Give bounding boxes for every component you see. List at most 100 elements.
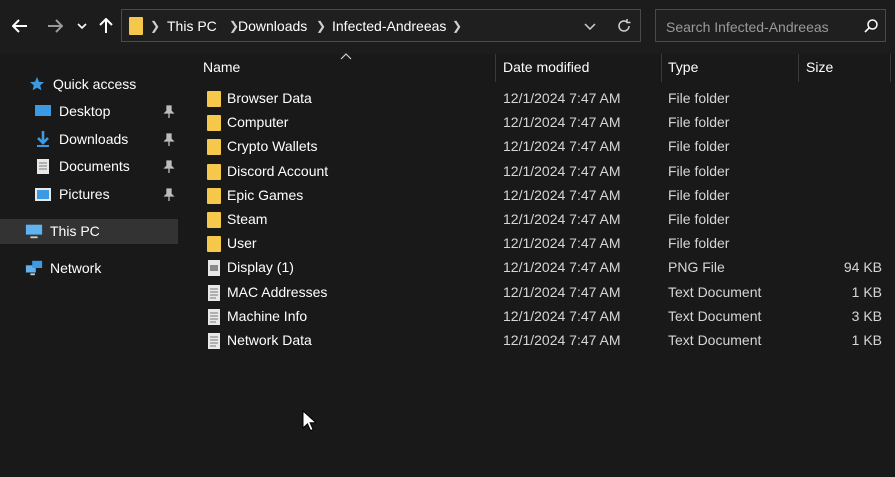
desktop-icon xyxy=(34,102,52,120)
document-icon xyxy=(34,157,52,175)
file-row[interactable]: Epic Games 12/1/2024 7:47 AM File folder xyxy=(200,184,890,208)
file-row[interactable]: Steam 12/1/2024 7:47 AM File folder xyxy=(200,208,890,232)
sidebar-item-label: Network xyxy=(50,260,102,276)
pin-icon[interactable] xyxy=(163,188,175,202)
file-date-modified: 12/1/2024 7:47 AM xyxy=(503,259,621,276)
sidebar-item-this-pc[interactable]: This PC xyxy=(25,218,100,244)
column-divider[interactable] xyxy=(890,54,891,82)
folder-icon xyxy=(206,235,222,253)
chevron-down-icon[interactable] xyxy=(584,23,596,30)
file-type: File folder xyxy=(668,186,730,203)
file-row[interactable]: Computer 12/1/2024 7:47 AM File folder xyxy=(200,111,890,135)
navigation-pane: Quick access Desktop Downloads Documents… xyxy=(0,54,180,477)
folder-icon xyxy=(206,163,222,181)
file-name: Discord Account xyxy=(227,162,329,179)
sidebar-item-network[interactable]: Network xyxy=(25,255,101,281)
sidebar-item-pictures[interactable]: Pictures xyxy=(34,181,110,207)
column-header-date-modified[interactable]: Date modified xyxy=(503,59,589,75)
file-row[interactable]: Browser Data 12/1/2024 7:47 AM File folder xyxy=(200,87,890,111)
column-header-type[interactable]: Type xyxy=(668,59,698,75)
search-box xyxy=(655,9,886,42)
column-divider[interactable] xyxy=(495,54,496,82)
text-file-icon xyxy=(206,284,222,302)
folder-icon xyxy=(129,17,143,35)
back-button[interactable] xyxy=(9,12,31,40)
file-row[interactable]: Machine Info 12/1/2024 7:47 AM Text Docume… xyxy=(200,305,890,329)
sort-ascending-icon xyxy=(340,53,352,60)
image-file-icon xyxy=(206,259,222,277)
breadcrumb-infected-andreeas[interactable]: Infected-Andreeas xyxy=(332,18,446,34)
file-name: Crypto Wallets xyxy=(227,138,318,155)
file-type: File folder xyxy=(668,162,730,179)
file-type: Text Document xyxy=(668,332,762,348)
search-input[interactable] xyxy=(664,16,858,38)
arrow-up-icon xyxy=(99,18,113,33)
file-row[interactable]: Crypto Wallets 12/1/2024 7:47 AM File fold… xyxy=(200,135,890,159)
file-size: 3 KB xyxy=(851,307,882,324)
file-type: File folder xyxy=(668,235,730,252)
file-date-modified: 12/1/2024 7:47 AM xyxy=(503,235,621,252)
star-icon xyxy=(28,75,46,93)
file-size: 1 KB xyxy=(851,283,882,300)
file-name: Computer xyxy=(227,114,289,131)
chevron-down-icon xyxy=(77,23,87,29)
refresh-icon[interactable] xyxy=(616,18,632,34)
breadcrumb-separator: ❯ xyxy=(316,19,327,33)
breadcrumb-separator: ❯ xyxy=(150,19,161,33)
search-icon[interactable] xyxy=(864,19,878,33)
network-icon xyxy=(25,259,43,277)
file-type: File folder xyxy=(668,211,730,227)
file-type: PNG File xyxy=(668,259,725,276)
file-type: Text Document xyxy=(668,283,762,300)
file-name: Steam xyxy=(227,211,268,227)
up-button[interactable] xyxy=(95,12,117,40)
mouse-cursor-icon xyxy=(302,410,316,432)
folder-icon xyxy=(206,211,222,229)
file-type: File folder xyxy=(668,138,730,155)
pin-icon[interactable] xyxy=(163,133,175,147)
download-icon xyxy=(34,130,52,148)
file-date-modified: 12/1/2024 7:47 AM xyxy=(503,114,621,131)
recent-locations-button[interactable] xyxy=(71,12,93,40)
file-date-modified: 12/1/2024 7:47 AM xyxy=(503,90,621,106)
arrow-left-icon xyxy=(12,19,27,33)
file-name: MAC Addresses xyxy=(227,283,328,300)
pin-icon[interactable] xyxy=(163,160,175,174)
sidebar-item-desktop[interactable]: Desktop xyxy=(34,98,110,124)
breadcrumb-downloads[interactable]: Downloads xyxy=(238,18,307,34)
file-date-modified: 12/1/2024 7:47 AM xyxy=(503,332,621,348)
breadcrumb-separator: ❯ xyxy=(452,19,463,33)
file-row[interactable]: Display (1) 12/1/2024 7:47 AM PNG File 94 K… xyxy=(200,256,890,280)
sidebar-item-label: Desktop xyxy=(59,103,111,119)
file-type: File folder xyxy=(668,90,730,106)
column-header-size[interactable]: Size xyxy=(806,59,833,75)
file-date-modified: 12/1/2024 7:47 AM xyxy=(503,283,621,300)
forward-button[interactable] xyxy=(44,12,66,40)
sidebar-item-quick-access[interactable]: Quick access xyxy=(28,71,136,97)
folder-icon xyxy=(206,114,222,132)
address-bar[interactable]: ❯ This PC ❯ Downloads ❯ Infected-Andreea… xyxy=(121,9,641,42)
navigation-toolbar: ❯ This PC ❯ Downloads ❯ Infected-Andreea… xyxy=(0,0,895,54)
file-name: Machine Info xyxy=(227,307,308,324)
sidebar-item-label: Documents xyxy=(59,158,130,174)
file-row[interactable]: User 12/1/2024 7:47 AM File folder xyxy=(200,232,890,256)
file-type: Text Document xyxy=(668,307,762,324)
file-date-modified: 12/1/2024 7:47 AM xyxy=(503,186,621,203)
sidebar-item-label: This PC xyxy=(50,223,100,239)
sidebar-item-documents[interactable]: Documents xyxy=(34,153,130,179)
column-divider[interactable] xyxy=(798,54,799,82)
sidebar-item-label: Pictures xyxy=(59,186,110,202)
file-date-modified: 12/1/2024 7:47 AM xyxy=(503,162,621,179)
folder-icon xyxy=(206,90,222,108)
file-date-modified: 12/1/2024 7:47 AM xyxy=(503,211,621,227)
file-row[interactable]: MAC Addresses 12/1/2024 7:47 AM Text Docum… xyxy=(200,281,890,305)
file-row[interactable]: Discord Account 12/1/2024 7:47 AM File fol… xyxy=(200,160,890,184)
sidebar-item-label: Downloads xyxy=(59,131,129,147)
sidebar-item-downloads[interactable]: Downloads xyxy=(34,126,128,152)
file-row[interactable]: Network Data 12/1/2024 7:47 AM Text Docume… xyxy=(200,329,890,353)
breadcrumb-this-pc[interactable]: This PC xyxy=(167,18,217,34)
pin-icon[interactable] xyxy=(163,105,175,119)
column-divider[interactable] xyxy=(661,54,662,82)
computer-icon xyxy=(25,222,43,240)
column-header-name[interactable]: Name xyxy=(203,59,240,75)
